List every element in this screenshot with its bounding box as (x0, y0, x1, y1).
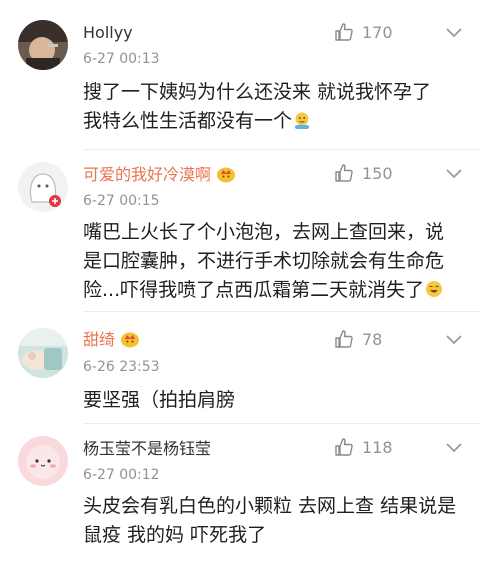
comment-text-line: 头皮会有乳白色的小颗粒 去网上查 结果说是 (83, 495, 457, 517)
timestamp: 6-27 00:12 (83, 467, 160, 483)
comment-text-line: 搜了一下姨妈为什么还没来 就说我怀孕了 (83, 81, 432, 103)
like-button[interactable]: 170 (328, 21, 398, 43)
laughing-emoji-icon (426, 281, 443, 297)
timestamp: 6-26 23:53 (83, 359, 160, 375)
comment-item: 杨玉莹不是杨钰莹 6-27 00:12 118 头皮会有乳白色的小颗粒 去网上查… (0, 424, 480, 565)
crown-icon (121, 332, 140, 348)
comment-text-line: 要坚强（拍拍肩膀 (83, 389, 236, 411)
comment-text: 嘴巴上火长了个小泡泡，去网上查回来，说 是口腔囊肿，不进行手术切除就会有生命危 … (83, 218, 468, 305)
comment-text: 要坚强（拍拍肩膀 (83, 386, 468, 415)
like-button[interactable]: 150 (328, 162, 398, 184)
comment-text: 头皮会有乳白色的小颗粒 去网上查 结果说是 鼠疫 我的妈 吓死我了 (83, 492, 468, 550)
comment-item: 可爱的我好冷漠啊 6-27 00:15 150 嘴巴上火长了个小泡泡，去网上查回… (0, 150, 480, 312)
thumbs-up-icon (335, 330, 353, 348)
thumbs-up-icon (335, 23, 353, 41)
thumbs-up-icon (335, 164, 353, 182)
comment-text: 搜了一下姨妈为什么还没来 就说我怀孕了 我特么性生活都没有一个 (83, 78, 468, 136)
username-text: 甜绮 (83, 330, 116, 349)
timestamp: 6-27 00:15 (83, 193, 160, 209)
comment-feed: Hollyy 6-27 00:13 170 搜了一下姨妈为什么还没来 就说我怀孕… (0, 0, 480, 565)
username-text: 可爱的我好冷漠啊 (83, 165, 212, 184)
comment-item: 甜绮 6-26 23:53 78 要坚强（拍拍肩膀 (0, 312, 480, 424)
comment-text-segment: 险...吓得我喷了点西瓜霜第二天就消失了 (83, 279, 425, 301)
comment-text-line: 是口腔囊肿，不进行手术切除就会有生命危 (83, 250, 445, 272)
avatar[interactable] (18, 436, 68, 486)
like-button[interactable]: 78 (328, 328, 398, 350)
like-count: 170 (362, 22, 393, 42)
like-count: 150 (362, 163, 393, 183)
username[interactable]: Hollyy (83, 23, 133, 43)
timestamp: 6-27 00:13 (83, 51, 160, 67)
shrug-emoji-icon (295, 112, 310, 129)
like-button[interactable]: 118 (328, 436, 398, 458)
crown-icon (217, 167, 236, 183)
chevron-down-icon[interactable] (444, 26, 464, 40)
like-count: 78 (362, 329, 383, 349)
comment-text-segment: 我特么性生活都没有一个 (83, 110, 293, 132)
thumbs-up-icon (335, 438, 353, 456)
avatar[interactable] (18, 162, 68, 212)
like-count: 118 (362, 437, 393, 457)
chevron-down-icon[interactable] (444, 333, 464, 347)
comment-text-line: 嘴巴上火长了个小泡泡，去网上查回来，说 (83, 221, 445, 243)
username[interactable]: 可爱的我好冷漠啊 (83, 165, 236, 185)
username[interactable]: 甜绮 (83, 330, 140, 350)
comment-text-line: 险...吓得我喷了点西瓜霜第二天就消失了 (83, 276, 468, 305)
comment-text-line: 我特么性生活都没有一个 (83, 107, 468, 136)
avatar[interactable] (18, 328, 68, 378)
chevron-down-icon[interactable] (444, 167, 464, 181)
username[interactable]: 杨玉莹不是杨钰莹 (83, 439, 211, 459)
chevron-down-icon[interactable] (444, 441, 464, 455)
comment-item: Hollyy 6-27 00:13 170 搜了一下姨妈为什么还没来 就说我怀孕… (0, 0, 480, 150)
avatar[interactable] (18, 20, 68, 70)
comment-text-line: 鼠疫 我的妈 吓死我了 (83, 524, 267, 546)
